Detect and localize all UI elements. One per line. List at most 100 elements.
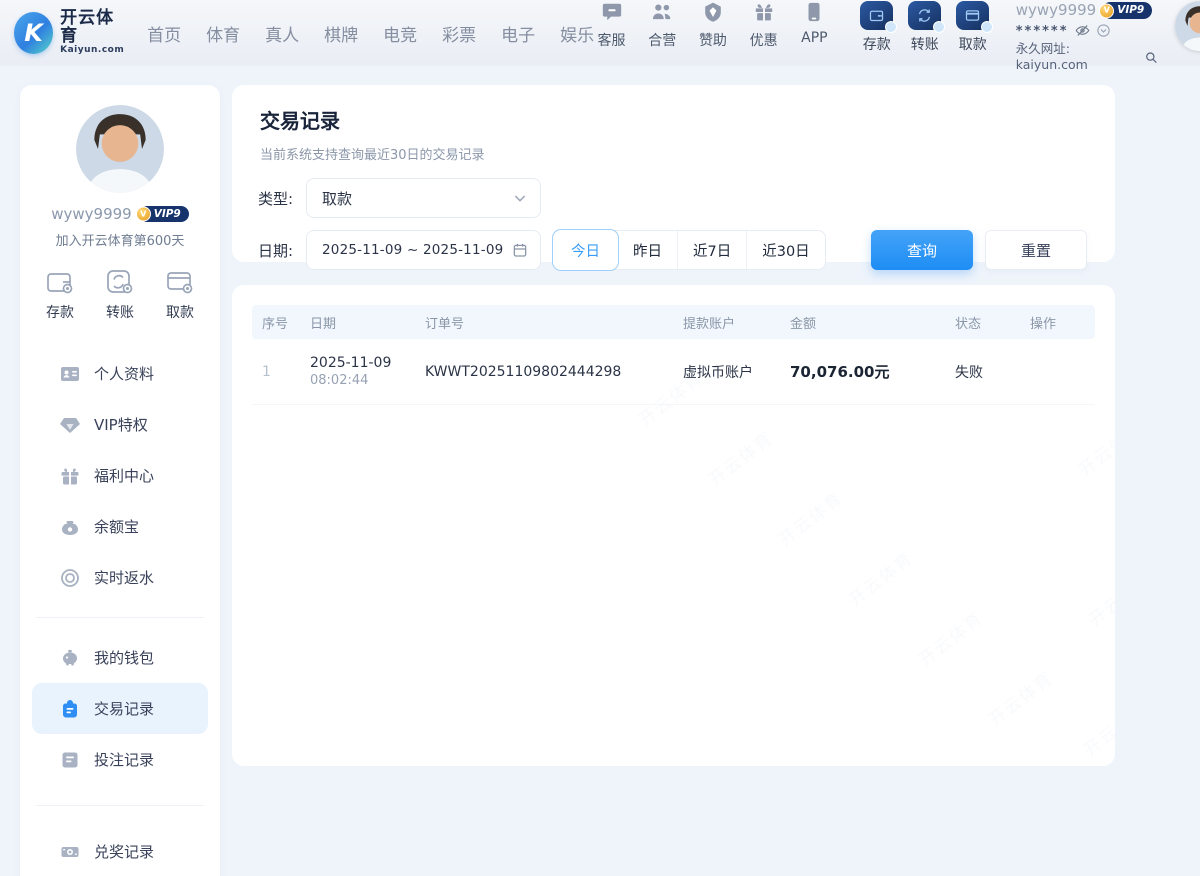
sidebar-item-label: 实时返水: [94, 567, 154, 588]
magnifier-icon[interactable]: [1144, 50, 1158, 65]
logo-domain: Kaiyun.com: [60, 46, 127, 55]
sidebar-item-yuebao[interactable]: 余额宝: [20, 501, 220, 552]
row-time: 08:02:44: [310, 373, 425, 388]
gem-badge-icon: [702, 1, 724, 27]
transfer-badge-dot: [933, 21, 945, 33]
joined-days-text: 加入开云体育第600天: [20, 230, 220, 249]
nav-board-games[interactable]: 棋牌: [324, 21, 358, 46]
calendar-icon[interactable]: [512, 242, 528, 258]
nav-entertainment[interactable]: 娱乐: [560, 21, 594, 46]
eye-off-icon[interactable]: [1075, 23, 1090, 38]
sidebar-transfer-action[interactable]: 转账: [106, 269, 134, 322]
table-row: 1 2025-11-09 08:02:44 KWWT20251109802444…: [252, 339, 1095, 405]
range-today[interactable]: 今日: [553, 230, 618, 270]
diamond-icon: [60, 415, 80, 435]
partnership-label: 合营: [648, 30, 676, 50]
chevron-down-icon: [512, 190, 528, 206]
sidebar-item-label: 交易记录: [94, 698, 154, 719]
sidebar-menu: 个人资料 VIP特权 福利中心 余额宝 实时返水 我的钱包: [20, 348, 220, 876]
topbar-withdraw-item[interactable]: 取款: [954, 1, 992, 54]
page-body: wywy9999 V VIP9 加入开云体育第600天 存款 转账 取款: [0, 66, 1200, 876]
transfer-outline-icon: [106, 269, 134, 295]
customer-service-label: 客服: [598, 30, 626, 50]
sidebar-quick-actions: 存款 转账 取款: [20, 269, 220, 322]
sidebar-item-vip[interactable]: VIP特权: [20, 399, 220, 450]
partnership-item[interactable]: 合营: [645, 1, 680, 50]
app-download-item[interactable]: APP: [797, 1, 832, 46]
row-status: 失败: [955, 362, 1030, 382]
nav-live-casino[interactable]: 真人: [265, 21, 299, 46]
site-logo[interactable]: K 开云体育 Kaiyun.com: [14, 10, 127, 55]
promotions-label: 优惠: [750, 30, 778, 50]
nav-lottery[interactable]: 彩票: [442, 21, 476, 46]
customer-service-item[interactable]: 客服: [594, 1, 629, 50]
sidebar-item-bets[interactable]: 投注记录: [20, 734, 220, 785]
nav-home[interactable]: 首页: [147, 21, 181, 46]
sidebar-withdraw-action[interactable]: 取款: [166, 269, 194, 322]
type-select[interactable]: 取款: [306, 178, 541, 218]
gift-box-icon: [60, 466, 80, 486]
prize-machine-icon: [60, 842, 80, 862]
topbar-transfer-item[interactable]: 转账: [906, 1, 944, 54]
nav-esports[interactable]: 电竞: [383, 21, 417, 46]
watermark: 开云体育: [702, 424, 777, 490]
bet-record-icon: [60, 750, 80, 770]
sidebar-item-wallet[interactable]: 我的钱包: [20, 632, 220, 683]
username: wywy9999: [1016, 1, 1096, 20]
range-7days[interactable]: 近7日: [678, 231, 747, 269]
sidebar-item-label: 余额宝: [94, 516, 139, 537]
logo-k-icon: K: [14, 12, 53, 54]
sidebar-item-prizes[interactable]: 兑奖记录: [20, 826, 220, 876]
table-header-row: 序号 日期 订单号 提款账户 金额 状态 操作: [252, 305, 1095, 339]
promotions-item[interactable]: 优惠: [746, 1, 781, 50]
row-date: 2025-11-09: [310, 355, 425, 371]
nav-slots[interactable]: 电子: [501, 21, 535, 46]
refresh-circle-icon[interactable]: [1096, 23, 1111, 38]
records-table-card: 开云体育 开云体育 开云体育 开云体育 开云体育 开云体育 开云体育 开云体育 …: [232, 285, 1115, 766]
topbar-deposit-label: 存款: [863, 34, 891, 54]
sidebar: wywy9999 V VIP9 加入开云体育第600天 存款 转账 取款: [20, 85, 220, 876]
sidebar-item-transactions[interactable]: 交易记录: [32, 683, 208, 734]
topbar-transfer-label: 转账: [911, 34, 939, 54]
vip-badge: V VIP9: [1102, 2, 1152, 19]
gift-icon: [753, 1, 775, 27]
nav-sports[interactable]: 体育: [206, 21, 240, 46]
user-avatar[interactable]: [1175, 1, 1200, 51]
watermark: 开云体育: [1082, 564, 1115, 630]
col-account: 提款账户: [683, 313, 790, 332]
user-info-block: wywy9999 V VIP9 ****** 永久网址: kaiyun.com: [1016, 1, 1159, 72]
row-index: 1: [262, 364, 310, 380]
logo-name: 开云体育: [60, 10, 127, 46]
sidebar-item-label: VIP特权: [94, 414, 148, 435]
sidebar-item-label: 兑奖记录: [94, 841, 154, 862]
watermark: 开云体育: [842, 544, 917, 610]
range-30days[interactable]: 近30日: [747, 231, 824, 269]
withdraw-badge-dot: [981, 21, 993, 33]
menu-divider: [36, 805, 204, 806]
row-datetime: 2025-11-09 08:02:44: [310, 355, 425, 388]
menu-divider: [36, 617, 204, 618]
sponsorship-item[interactable]: 赞助: [696, 1, 731, 50]
col-order-no: 订单号: [425, 313, 683, 332]
transaction-bag-icon: [60, 699, 80, 719]
filter-card: 交易记录 当前系统支持查询最近30日的交易记录 类型: 取款 日期: 2025-…: [232, 85, 1115, 262]
row-amount: 70,076.00元: [790, 361, 955, 382]
row-account: 虚拟币账户: [683, 362, 790, 382]
sidebar-avatar[interactable]: [76, 105, 164, 193]
topbar-withdraw-label: 取款: [959, 34, 987, 54]
reset-button[interactable]: 重置: [985, 230, 1087, 270]
money-pot-icon: [60, 517, 80, 537]
range-yesterday[interactable]: 昨日: [618, 231, 678, 269]
vip-crown-icon: V: [1099, 3, 1114, 18]
topbar-deposit-item[interactable]: 存款: [858, 1, 896, 54]
sidebar-item-profile[interactable]: 个人资料: [20, 348, 220, 399]
type-select-value: 取款: [322, 188, 512, 209]
sidebar-deposit-action[interactable]: 存款: [46, 269, 74, 322]
date-range-input[interactable]: 2025-11-09 ~ 2025-11-09: [306, 230, 541, 270]
sidebar-item-benefits[interactable]: 福利中心: [20, 450, 220, 501]
id-card-icon: [60, 364, 80, 384]
query-button[interactable]: 查询: [871, 230, 973, 270]
sidebar-item-label: 我的钱包: [94, 647, 154, 668]
sidebar-item-rebate[interactable]: 实时返水: [20, 552, 220, 603]
quick-withdraw-label: 取款: [166, 302, 194, 322]
